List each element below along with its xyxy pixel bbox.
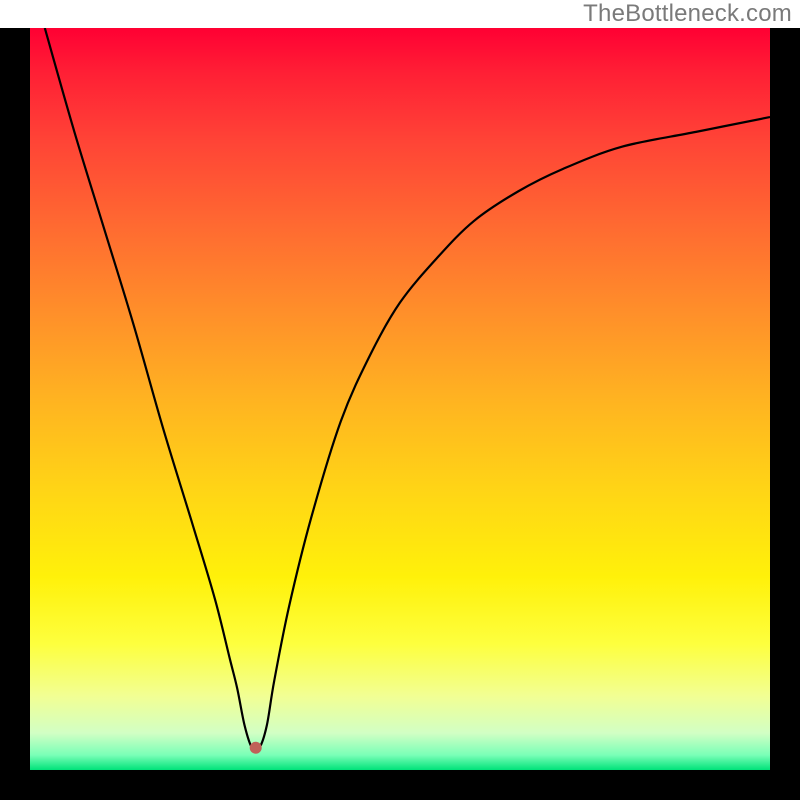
min-marker xyxy=(250,742,262,754)
bottleneck-curve xyxy=(45,28,770,751)
plot-frame xyxy=(0,28,800,800)
attribution-text: TheBottleneck.com xyxy=(583,0,792,28)
curve-svg xyxy=(30,28,770,770)
chart-root: TheBottleneck.com xyxy=(0,0,800,800)
plot-area xyxy=(30,28,770,770)
